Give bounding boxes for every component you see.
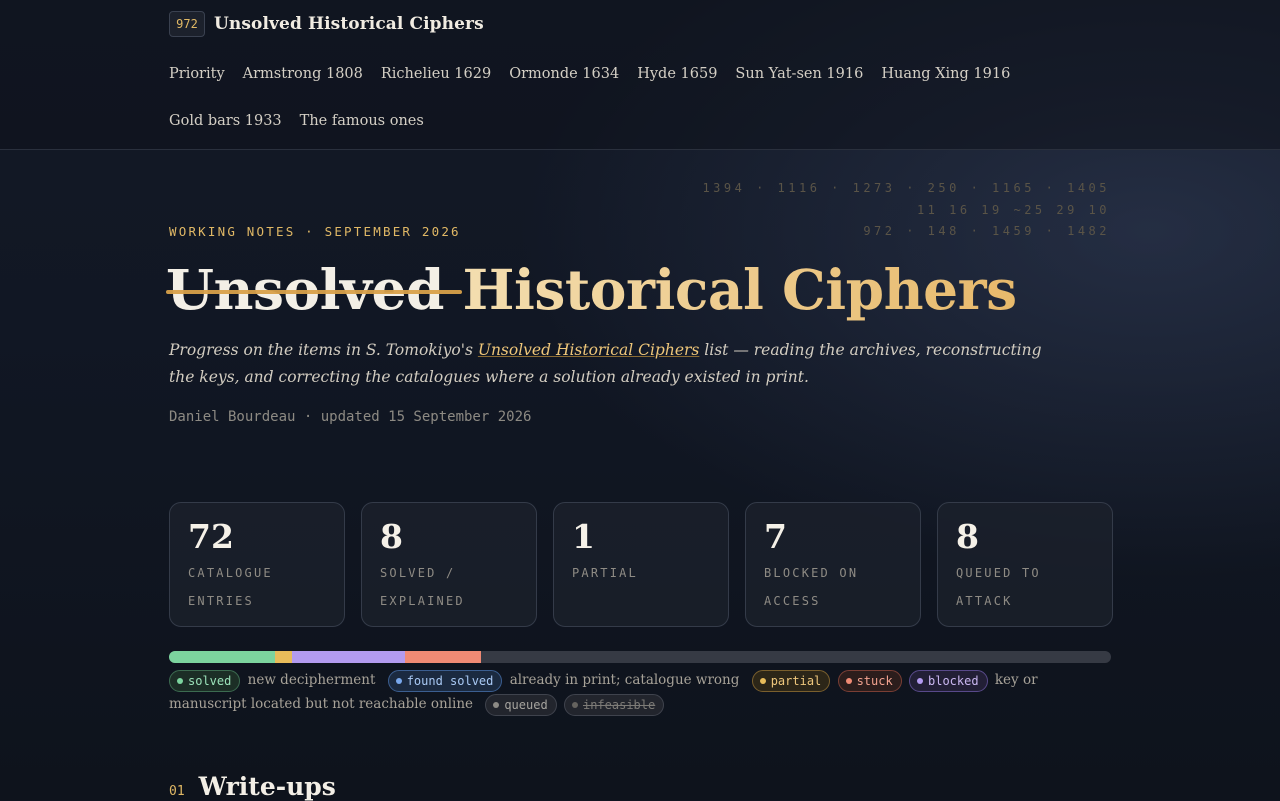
- stat-label: PARTIAL: [572, 566, 638, 580]
- nav-link-hyde-1659[interactable]: Hyde 1659: [637, 64, 717, 85]
- title-rest: Historical Ciphers: [443, 257, 1018, 322]
- status-dot-icon: [917, 677, 923, 684]
- stat-card-queued: 8 QUEUED TO ATTACK: [937, 502, 1113, 627]
- stat-label: BLOCKED ON ACCESS: [764, 566, 859, 608]
- section-title: Write-ups: [198, 772, 336, 801]
- pill-label: blocked: [928, 673, 979, 688]
- site-header: 972 Unsolved Historical Ciphers Priority…: [0, 0, 1280, 150]
- status-dot-icon: [571, 701, 578, 708]
- stat-card-solved: 8 SOLVED / EXPLAINED: [361, 502, 537, 627]
- stat-value: 1: [572, 517, 595, 556]
- pill-label: partial: [770, 673, 822, 688]
- site-title: Unsolved Historical Ciphers: [214, 14, 484, 34]
- pill-label: queued: [504, 697, 548, 712]
- section-number: 01: [169, 784, 185, 799]
- legend-pill-blocked: blocked: [909, 669, 988, 692]
- section-heading-writeups: 01 Write-ups: [169, 772, 336, 801]
- nav-link-huang-xing-1916[interactable]: Huang Xing 1916: [881, 64, 1010, 85]
- intro-paragraph: Progress on the items in S. Tomokiyo's U…: [169, 337, 1069, 391]
- brand-badge: 972: [169, 11, 205, 37]
- pill-label: solved: [188, 673, 232, 688]
- status-dot-icon: [177, 677, 183, 684]
- stats-row: 72 CATALOGUE ENTRIES 8 SOLVED / EXPLAINE…: [169, 502, 1113, 627]
- legend-pill-found-solved: found solved: [387, 669, 503, 692]
- decorative-cipher-numbers: 1394 · 1116 · 1273 · 250 · 1165 · 1405 1…: [702, 178, 1110, 243]
- nav-link-famous-ones[interactable]: The famous ones: [300, 111, 424, 132]
- legend-desc: already in print; catalogue wrong: [509, 672, 740, 688]
- pill-label: infeasible: [582, 697, 656, 712]
- nav-link-gold-bars-1933[interactable]: Gold bars 1933: [169, 111, 282, 132]
- nav-link-armstrong-1808[interactable]: Armstrong 1808: [243, 64, 363, 85]
- cipher-line: 11 16 19 ~25 29 10: [916, 202, 1110, 217]
- stat-card-catalogue: 72 CATALOGUE ENTRIES: [169, 502, 345, 627]
- stat-label: CATALOGUE ENTRIES: [188, 566, 273, 608]
- stat-card-blocked: 7 BLOCKED ON ACCESS: [745, 502, 921, 627]
- progress-segment-partial: [274, 651, 293, 663]
- kicker: WORKING NOTES · SEPTEMBER 2026: [169, 224, 461, 239]
- progress-segment-solved: [169, 651, 275, 663]
- nav-link-ormonde-1634[interactable]: Ormonde 1634: [509, 64, 619, 85]
- page-title: Unsolved Historical Ciphers: [166, 254, 1017, 326]
- legend-pill-stuck: stuck: [837, 669, 902, 692]
- stat-card-partial: 1 PARTIAL: [553, 502, 729, 627]
- cipher-line: 972 · 148 · 1459 · 1482: [863, 224, 1110, 238]
- progress-segment-stuck: [405, 651, 481, 663]
- stat-label: QUEUED TO ATTACK: [956, 566, 1041, 608]
- progress-segment-blocked: [292, 651, 406, 663]
- status-progress-bar: [169, 651, 1111, 663]
- byline: Daniel Bourdeau · updated 15 September 2…: [169, 409, 532, 425]
- status-dot-icon: [493, 701, 500, 708]
- legend-pill-solved: solved: [169, 669, 241, 692]
- nav-link-priority[interactable]: Priority: [169, 64, 225, 85]
- brand[interactable]: 972 Unsolved Historical Ciphers: [169, 11, 484, 37]
- legend-pill-infeasible: infeasible: [563, 693, 665, 716]
- main-nav: Priority Armstrong 1808 Richelieu 1629 O…: [169, 64, 1129, 132]
- title-struck-word: Unsolved: [166, 254, 462, 326]
- status-legend: solved new decipherment found solved alr…: [169, 668, 1111, 716]
- status-dot-icon: [845, 677, 852, 684]
- stat-value: 8: [380, 517, 403, 556]
- nav-link-richelieu-1629[interactable]: Richelieu 1629: [381, 64, 491, 85]
- legend-desc: new decipherment: [247, 672, 376, 688]
- pill-label: found solved: [406, 673, 494, 688]
- stat-value: 8: [956, 517, 979, 556]
- legend-pill-partial: partial: [751, 669, 831, 692]
- status-dot-icon: [759, 677, 766, 684]
- nav-link-sun-yat-sen-1916[interactable]: Sun Yat-sen 1916: [735, 64, 863, 85]
- source-list-link[interactable]: Unsolved Historical Ciphers: [478, 341, 700, 359]
- status-dot-icon: [395, 677, 402, 684]
- stat-value: 72: [188, 517, 234, 556]
- pill-label: stuck: [856, 673, 893, 688]
- stat-value: 7: [764, 517, 787, 556]
- cipher-line: 1394 · 1116 · 1273 · 250 · 1165 · 1405: [702, 181, 1110, 195]
- legend-pill-queued: queued: [485, 693, 557, 716]
- stat-label: SOLVED / EXPLAINED: [380, 566, 465, 608]
- lede-text: Progress on the items in S. Tomokiyo's: [169, 341, 478, 359]
